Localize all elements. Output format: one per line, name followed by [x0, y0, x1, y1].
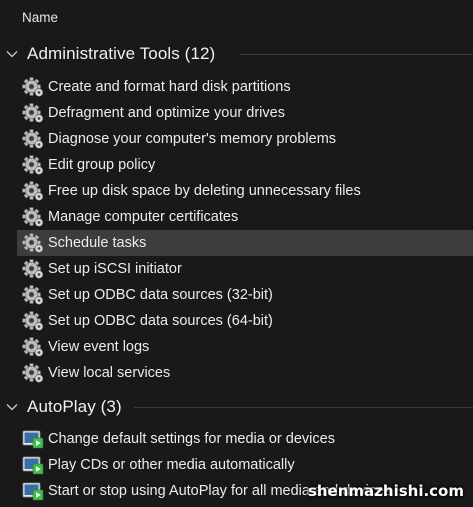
- autoplay-icon: [21, 453, 45, 477]
- group-header-administrative-tools[interactable]: Administrative Tools (12): [0, 40, 473, 68]
- admin-tools-gear-icon: [21, 309, 45, 333]
- list-item-label: Set up iSCSI initiator: [48, 261, 182, 277]
- watermark: shenmazhishi.com: [307, 482, 464, 500]
- admin-tools-gear-icon: [21, 257, 45, 281]
- admin-tools-gear-icon: [21, 179, 45, 203]
- list-item-label: Free up disk space by deleting unnecessa…: [48, 183, 361, 199]
- list-item[interactable]: Free up disk space by deleting unnecessa…: [17, 178, 473, 204]
- list-item-label: Manage computer certificates: [48, 209, 239, 225]
- admin-tools-gear-icon: [21, 205, 45, 229]
- column-header-name[interactable]: Name: [0, 0, 473, 34]
- list-item[interactable]: Set up ODBC data sources (32-bit): [17, 282, 473, 308]
- list-item-selected[interactable]: Schedule tasks: [17, 230, 473, 256]
- admin-tools-gear-icon: [21, 231, 45, 255]
- list-item[interactable]: Play CDs or other media automatically: [17, 452, 473, 478]
- list-item-label: View local services: [48, 365, 171, 381]
- list-item-label: Defragment and optimize your drives: [48, 105, 285, 121]
- group-title: AutoPlay (3): [27, 397, 122, 416]
- admin-tools-gear-icon: [21, 361, 45, 385]
- admin-tools-gear-icon: [21, 101, 45, 125]
- list-item[interactable]: Diagnose your computer's memory problems: [17, 126, 473, 152]
- admin-tools-gear-icon: [21, 127, 45, 151]
- admin-tools-gear-icon: [21, 283, 45, 307]
- list-item-label: Change default settings for media or dev…: [48, 431, 335, 447]
- chevron-down-icon[interactable]: [5, 47, 19, 61]
- search-results-pane: Name Administrative Tools (12) Create an…: [0, 0, 473, 507]
- group-header-autoplay[interactable]: AutoPlay (3): [0, 393, 473, 421]
- list-item-label: View event logs: [48, 339, 150, 355]
- list-item[interactable]: Set up ODBC data sources (64-bit): [17, 308, 473, 334]
- group-divider: [134, 407, 473, 408]
- list-item[interactable]: Create and format hard disk partitions: [17, 74, 473, 100]
- list-item-label: Schedule tasks: [48, 235, 147, 251]
- list-item[interactable]: View event logs: [17, 334, 473, 360]
- list-item[interactable]: View local services: [17, 360, 473, 386]
- column-header-label: Name: [22, 9, 59, 25]
- list-item-label: Set up ODBC data sources (32-bit): [48, 287, 273, 303]
- admin-tools-gear-icon: [21, 153, 45, 177]
- list-item-label: Edit group policy: [48, 157, 156, 173]
- list-item[interactable]: Change default settings for media or dev…: [17, 426, 473, 452]
- list-item[interactable]: Manage computer certificates: [17, 204, 473, 230]
- chevron-down-icon[interactable]: [5, 400, 19, 414]
- list-item-label: Set up ODBC data sources (64-bit): [48, 313, 273, 329]
- list-item[interactable]: Set up iSCSI initiator: [17, 256, 473, 282]
- list-item-label: Play CDs or other media automatically: [48, 457, 295, 473]
- list-item[interactable]: Defragment and optimize your drives: [17, 100, 473, 126]
- autoplay-icon: [21, 479, 45, 503]
- admin-tools-gear-icon: [21, 335, 45, 359]
- admin-tools-gear-icon: [21, 75, 45, 99]
- list-item-label: Diagnose your computer's memory problems: [48, 131, 337, 147]
- list-item-label: Create and format hard disk partitions: [48, 79, 291, 95]
- group-divider: [240, 54, 473, 55]
- group-title: Administrative Tools (12): [27, 44, 216, 63]
- list-item[interactable]: Edit group policy: [17, 152, 473, 178]
- autoplay-icon: [21, 427, 45, 451]
